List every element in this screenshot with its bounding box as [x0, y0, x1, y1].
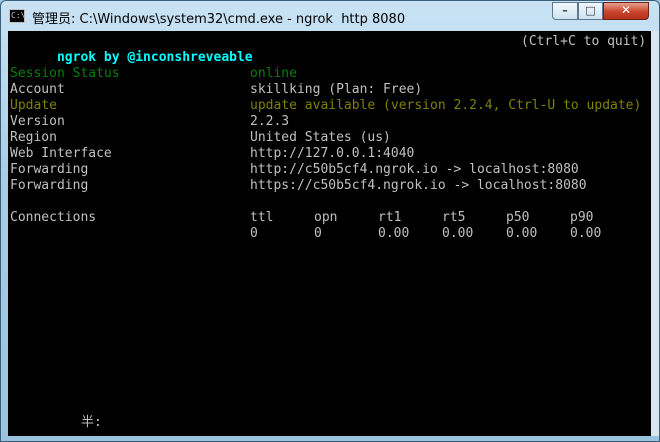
status-value-web-interface: http://127.0.0.1:4040 [250, 146, 415, 161]
ngrok-brand: ngrok by @inconshreveable [56, 50, 253, 65]
conn-value-rt1: 0.00 [378, 226, 410, 241]
status-value-account: skillking (Plan: Free) [250, 82, 423, 97]
status-value-forwarding-http: http://c50b5cf4.ngrok.io -> localhost:80… [250, 162, 579, 177]
title-bar[interactable]: C:\ 管理员: C:\Windows\system32\cmd.exe - n… [1, 1, 659, 31]
minimize-button[interactable]: – [552, 2, 578, 20]
status-label-forwarding-http: Forwarding [10, 162, 89, 177]
status-value-forwarding-https: https://c50b5cf4.ngrok.io -> localhost:8… [250, 178, 587, 193]
ngrok-header: ngrok by @inconshreveable [10, 34, 253, 65]
ime-indicator: 半: [81, 415, 102, 430]
status-value-update: update available (version 2.2.4, Ctrl-U … [250, 98, 642, 113]
status-label-session: Session Status [10, 66, 120, 81]
window-title: 管理员: C:\Windows\system32\cmd.exe - ngrok… [32, 12, 406, 27]
conn-header-p50: p50 [506, 210, 530, 225]
conn-header-rt1: rt1 [378, 210, 402, 225]
console-output[interactable]: ngrok by @inconshreveable (Ctrl+C to qui… [8, 31, 651, 436]
status-value-region: United States (us) [250, 130, 391, 145]
status-value-session: online [250, 66, 297, 81]
console-scrollbar[interactable] [651, 31, 659, 436]
status-label-region: Region [10, 130, 57, 145]
status-label-account: Account [10, 82, 65, 97]
status-value-version: 2.2.3 [250, 114, 290, 129]
conn-value-p90: 0.00 [570, 226, 602, 241]
conn-value-opn: 0 [314, 226, 322, 241]
status-label-forwarding-https: Forwarding [10, 178, 89, 193]
cmd-window: C:\ 管理员: C:\Windows\system32\cmd.exe - n… [0, 0, 660, 442]
maximize-button[interactable]: □ [578, 2, 603, 20]
quit-hint: (Ctrl+C to quit) [521, 34, 647, 49]
status-label-web-interface: Web Interface [10, 146, 112, 161]
cmd-app-icon[interactable]: C:\ [9, 9, 25, 23]
connections-label: Connections [10, 210, 97, 225]
conn-value-rt5: 0.00 [442, 226, 474, 241]
close-button[interactable]: ✕ [603, 2, 649, 20]
conn-header-opn: opn [314, 210, 338, 225]
conn-header-rt5: rt5 [442, 210, 466, 225]
status-label-version: Version [10, 114, 65, 129]
conn-value-p50: 0.00 [506, 226, 538, 241]
conn-header-p90: p90 [570, 210, 594, 225]
conn-value-ttl: 0 [250, 226, 258, 241]
conn-header-ttl: ttl [250, 210, 274, 225]
status-label-update: Update [10, 98, 57, 113]
